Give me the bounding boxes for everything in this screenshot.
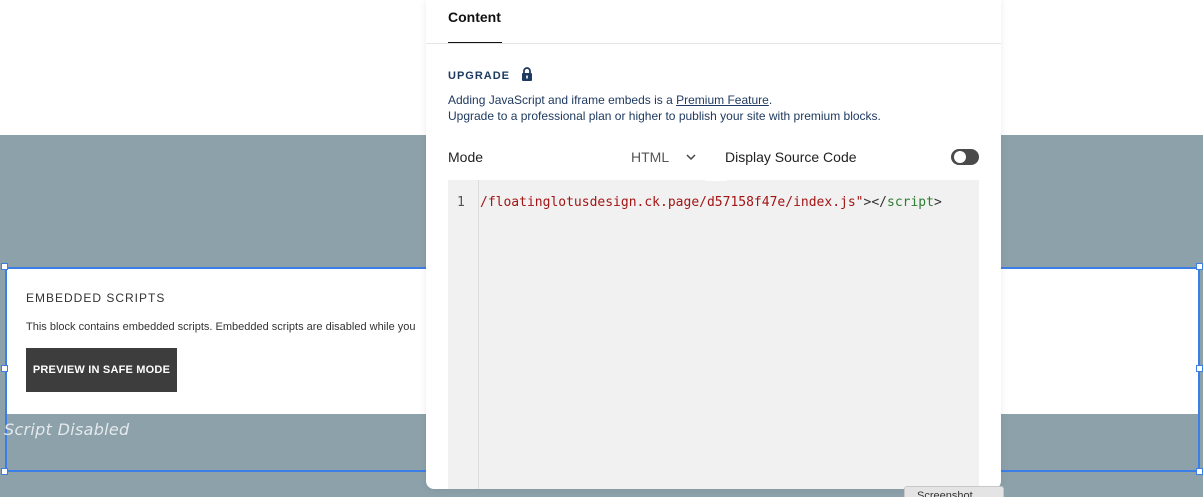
script-disabled-placeholder: Script Disabled [4,420,130,439]
upgrade-message-text: Adding JavaScript and iframe embeds is a [448,93,677,107]
preview-safe-mode-button[interactable]: PREVIEW IN SAFE MODE [26,348,177,392]
resize-handle-top-right[interactable] [1196,263,1203,270]
resize-handle-middle-left[interactable] [1,365,8,372]
upgrade-label: UPGRADE [448,70,511,82]
display-source-code-label: Display Source Code [725,149,857,165]
upgrade-message-line1: Adding JavaScript and iframe embeds is a… [448,93,772,107]
upgrade-message-period: . [768,93,773,107]
tab-content[interactable]: Content [448,9,501,25]
code-punctuation-close: > [933,195,942,210]
chevron-down-icon[interactable] [685,151,697,163]
code-tag-name: script [887,195,934,210]
code-line[interactable]: /floatinglotusdesign.ck.page/d57158f47e/… [480,195,979,210]
lock-icon [522,67,532,81]
mode-label: Mode [448,149,484,165]
embed-block-description: This block contains embedded scripts. Em… [26,321,416,333]
code-editor[interactable]: 1 /floatinglotusdesign.ck.page/d57158f47… [448,180,979,489]
code-punctuation: ></ [863,195,887,210]
resize-handle-middle-right[interactable] [1196,365,1203,372]
resize-handle-bottom-right[interactable] [1196,468,1203,475]
embed-editor-panel: Content UPGRADE Adding JavaScript and if… [426,0,1001,489]
editor-gutter: 1 [448,180,479,489]
resize-handle-bottom-left[interactable] [1,468,8,475]
screenshot-tag[interactable]: Screenshot [904,486,1004,497]
mode-select[interactable]: HTML [631,149,669,165]
line-number: 1 [457,195,465,210]
display-source-code-toggle[interactable] [951,149,979,165]
dropdown-notch [705,173,727,181]
upgrade-message-line2: Upgrade to a professional plan or higher… [448,109,881,123]
toggle-knob [954,151,966,163]
premium-feature-link[interactable]: Premium Feature [676,93,769,107]
embed-block-title: EMBEDDED SCRIPTS [26,291,166,305]
code-string: /floatinglotusdesign.ck.page/d57158f47e/… [480,195,864,210]
resize-handle-top-left[interactable] [1,263,8,270]
tab-divider [426,43,1001,44]
